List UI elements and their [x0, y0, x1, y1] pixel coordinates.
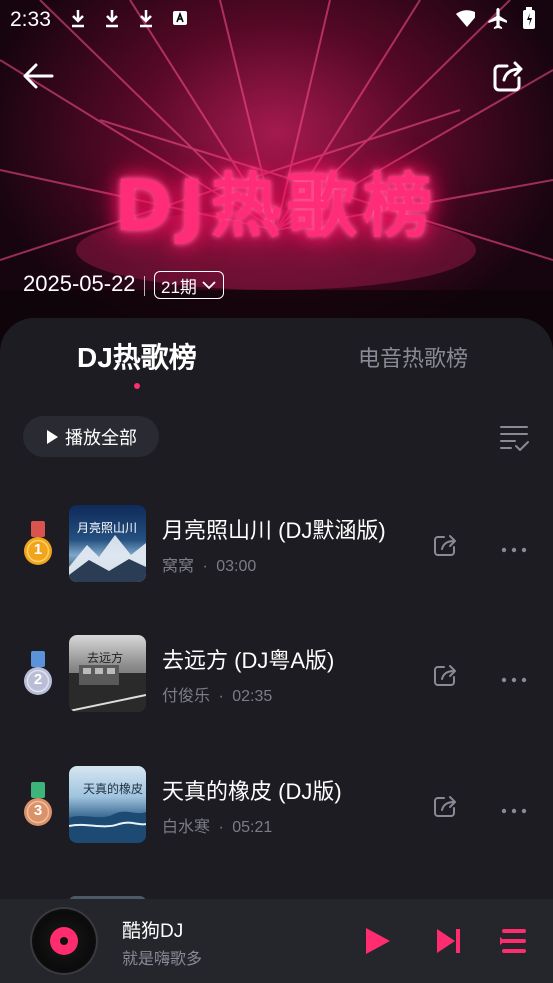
song-cover: 去远方 — [69, 635, 146, 712]
play-button[interactable] — [358, 923, 394, 959]
date-divider — [144, 276, 145, 296]
cover-text: 天真的橡皮 — [83, 782, 144, 796]
cover-text: 去远方 — [87, 651, 124, 665]
song-share-button[interactable] — [432, 793, 458, 819]
chart-date: 2025-05-22 — [23, 271, 136, 296]
meta-separator: · — [218, 688, 224, 705]
song-artist: 窝窝 — [162, 558, 195, 575]
rank-number: 2 — [33, 671, 43, 688]
multi-select-button[interactable] — [499, 423, 529, 453]
song-meta: 付俊乐 · 02:35 — [162, 682, 272, 706]
player-title: 酷狗DJ — [122, 921, 184, 942]
song-duration: 03:00 — [216, 558, 257, 575]
playlist-button[interactable] — [496, 923, 532, 959]
tab-indicator — [134, 383, 140, 389]
status-time: 2:33 — [10, 8, 51, 31]
share-icon — [434, 535, 456, 556]
mini-player[interactable]: 酷狗DJ 就是嗨歌多 — [0, 899, 553, 983]
song-more-button[interactable] — [500, 541, 528, 553]
song-title: 去远方 (DJ粤A版) — [162, 648, 335, 673]
cover-text: 月亮照山川 — [77, 521, 138, 535]
skip-next-icon — [437, 929, 460, 953]
song-duration: 02:35 — [232, 688, 273, 705]
song-row-2[interactable]: 2 去远方 去远方 (DJ粤A版) 付俊乐 · 02:35 — [0, 635, 553, 725]
play-icon — [366, 928, 390, 954]
song-title: 天真的橡皮 (DJ版) — [162, 779, 342, 804]
meta-separator: · — [218, 819, 224, 836]
more-horizontal-icon — [501, 677, 527, 683]
arrow-left-icon — [23, 63, 54, 89]
download-icon — [102, 8, 122, 28]
wifi-icon — [455, 8, 475, 28]
song-artist: 付俊乐 — [162, 688, 211, 705]
playlist-icon — [500, 929, 526, 953]
share-button[interactable] — [489, 56, 529, 96]
song-more-button[interactable] — [500, 802, 528, 814]
rank-number: 3 — [33, 802, 43, 819]
list-check-icon — [500, 426, 529, 451]
play-icon — [47, 429, 58, 444]
airplane-icon — [487, 8, 507, 29]
song-share-button[interactable] — [432, 662, 458, 688]
battery-icon — [519, 7, 539, 29]
song-row-3[interactable]: 3 天真的橡皮 天真的橡皮 (DJ版) 白水寒 · 05:21 — [0, 766, 553, 856]
meta-separator: · — [202, 558, 208, 575]
font-icon — [170, 8, 190, 28]
song-title: 月亮照山川 (DJ默涵版) — [162, 518, 386, 543]
disc-hole — [60, 937, 68, 945]
back-button[interactable] — [18, 56, 58, 96]
song-row-1[interactable]: 1 月亮照山川 月亮照山川 (DJ默涵版) 窝窝 · 03:00 — [0, 505, 553, 595]
song-cover: 月亮照山川 — [69, 505, 146, 582]
more-horizontal-icon — [501, 808, 527, 814]
tab-electronic-chart[interactable]: 电音热歌榜 — [358, 341, 468, 373]
song-duration: 05:21 — [232, 819, 273, 836]
hero-title: DJ热歌榜 — [114, 165, 439, 247]
status-bar: 2:33 — [0, 0, 553, 38]
hero-banner: 2:33 DJ热歌榜 2025-05-22 21期 — [0, 0, 553, 350]
share-icon — [434, 665, 456, 686]
player-subtitle: 就是嗨歌多 — [122, 951, 203, 968]
song-artist: 白水寒 — [162, 819, 211, 836]
period-label: 21期 — [161, 277, 197, 297]
more-horizontal-icon — [501, 547, 527, 553]
share-icon — [493, 61, 523, 92]
next-button[interactable] — [431, 923, 467, 959]
period-selector[interactable]: 21期 — [154, 271, 224, 299]
song-share-button[interactable] — [432, 532, 458, 558]
download-icon — [68, 8, 88, 28]
play-all-label: 播放全部 — [65, 427, 137, 448]
download-icon — [136, 8, 156, 28]
song-cover: 天真的橡皮 — [69, 766, 146, 843]
album-disc[interactable] — [30, 907, 98, 975]
song-meta: 窝窝 · 03:00 — [162, 552, 256, 576]
song-more-button[interactable] — [500, 671, 528, 683]
song-meta: 白水寒 · 05:21 — [162, 813, 272, 837]
rank-number: 1 — [33, 541, 43, 558]
tab-dj-chart[interactable]: DJ热歌榜 — [77, 336, 197, 376]
play-all-button[interactable]: 播放全部 — [23, 416, 159, 457]
chevron-down-icon — [202, 281, 216, 290]
share-icon — [434, 796, 456, 817]
